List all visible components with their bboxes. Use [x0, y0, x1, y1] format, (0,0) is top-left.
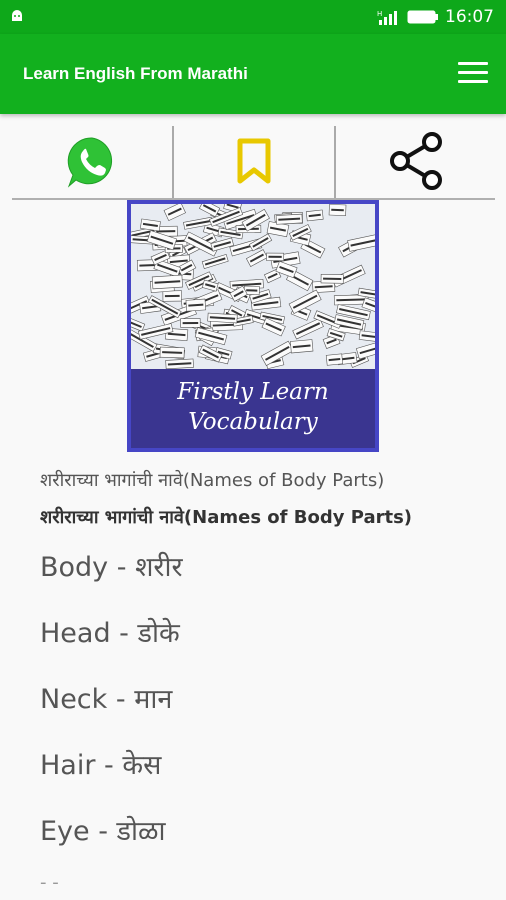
- signal-icon: H: [377, 10, 397, 25]
- share-button[interactable]: [336, 124, 495, 198]
- vocab-item: Hair - केस: [40, 750, 162, 781]
- vocab-item: Neck - मान: [40, 684, 173, 715]
- app-bar: Learn English From Marathi: [0, 34, 506, 114]
- status-time: 16:07: [445, 7, 494, 27]
- whatsapp-share-button[interactable]: [12, 124, 172, 198]
- action-row: [12, 124, 495, 198]
- banner-line1: Firstly Learn: [177, 379, 329, 405]
- vocabulary-banner[interactable]: Firstly Learn Vocabulary: [127, 200, 379, 452]
- word-collage-image: [131, 204, 375, 369]
- banner-caption: Firstly Learn Vocabulary: [131, 369, 375, 448]
- vocab-item: Eye - डोळा: [40, 816, 166, 847]
- share-icon: [390, 132, 442, 190]
- section-heading-bold: शरीराच्या भागांची नावे(Names of Body Par…: [40, 507, 413, 528]
- hamburger-menu-icon[interactable]: [458, 62, 488, 84]
- vocab-item: Head - डोके: [40, 618, 180, 649]
- battery-icon: [407, 10, 438, 24]
- app-title: Learn English From Marathi: [23, 64, 248, 83]
- partial-next-item: - -: [40, 880, 60, 886]
- status-bar: H 16:07: [0, 0, 506, 34]
- vocab-item: Body - शरीर: [40, 552, 183, 583]
- section-heading: शरीराच्या भागांची नावे(Names of Body Par…: [40, 470, 385, 491]
- status-right: H 16:07: [377, 6, 494, 28]
- svg-text:H: H: [377, 10, 382, 18]
- vocabulary-list: Body - शरीर Head - डोके Neck - मान Hair …: [40, 548, 183, 878]
- bookmark-button[interactable]: [174, 124, 334, 198]
- bookmark-icon: [237, 138, 271, 184]
- whatsapp-icon: [67, 137, 113, 188]
- banner-line2: Vocabulary: [188, 409, 318, 435]
- android-icon: [12, 10, 22, 21]
